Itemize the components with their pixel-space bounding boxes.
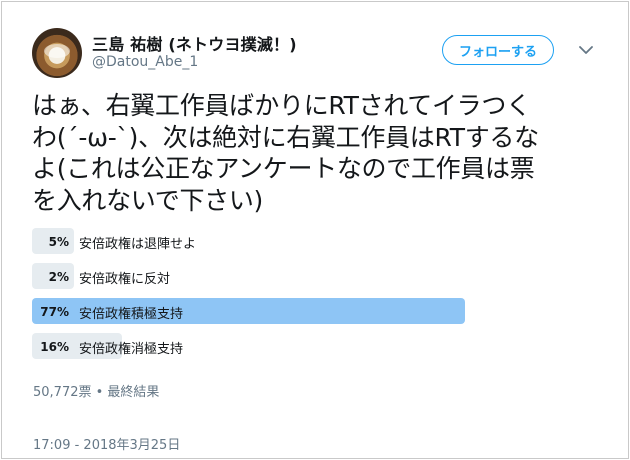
tweet-text-line: よ(これは公正なアンケートなので工作員は票: [32, 154, 535, 183]
poll-label: 安倍政権は退陣せよ: [79, 236, 197, 252]
poll-label: 安倍政権に反対: [79, 271, 171, 287]
poll-percent: 2%: [48, 270, 69, 284]
screen-name[interactable]: @Datou_Abe_1: [92, 54, 198, 70]
tweet-text: はぁ、右翼工作員ばかりにRTされてイラつく わ(´-ω-`)、次は絶対に右翼工作…: [32, 90, 617, 216]
poll-label: 安倍政権積極支持: [79, 306, 184, 322]
poll-option[interactable]: 2% 安倍政権に反対: [32, 263, 472, 291]
avatar[interactable]: [32, 28, 82, 78]
poll-percent: 16%: [40, 340, 69, 354]
poll-option[interactable]: 77% 安倍政権積極支持: [32, 298, 472, 326]
poll-option[interactable]: 16% 安倍政権消極支持: [32, 333, 472, 361]
follow-button[interactable]: フォローする: [442, 35, 554, 65]
poll-meta: 50,772票 • 最終結果: [33, 385, 160, 400]
poll-option[interactable]: 5% 安倍政権は退陣せよ: [32, 228, 472, 256]
tweet-text-line: わ(´-ω-`)、次は絶対に右翼工作員はRTするな: [32, 122, 539, 152]
poll-label: 安倍政権消極支持: [79, 341, 184, 357]
tweet-card: 三島 祐樹 (ネトウヨ撲滅！) @Datou_Abe_1 フォローする はぁ、右…: [1, 1, 629, 459]
poll-percent: 77%: [40, 305, 69, 319]
poll: 5% 安倍政権は退陣せよ 2% 安倍政権に反対 77% 安倍政権積極支持 16%…: [32, 228, 472, 368]
tweet-text-line: を入れないで下さい): [32, 185, 264, 215]
timestamp[interactable]: 17:09 - 2018年3月25日: [33, 434, 180, 453]
chevron-down-icon[interactable]: [578, 42, 594, 58]
poll-percent: 5%: [48, 235, 69, 249]
display-name[interactable]: 三島 祐樹 (ネトウヨ撲滅！): [92, 31, 297, 55]
tweet-text-line: はぁ、右翼工作員ばかりにRTされてイラつく: [32, 91, 531, 120]
